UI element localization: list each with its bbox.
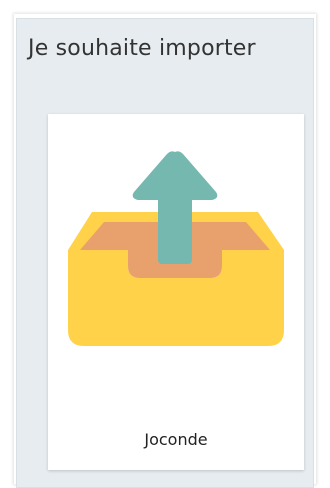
- inbox-upload-icon: [68, 151, 284, 346]
- page-title: Je souhaite importer: [28, 36, 256, 61]
- option-label: Joconde: [144, 430, 208, 449]
- import-option-card-joconde[interactable]: Joconde: [48, 114, 304, 470]
